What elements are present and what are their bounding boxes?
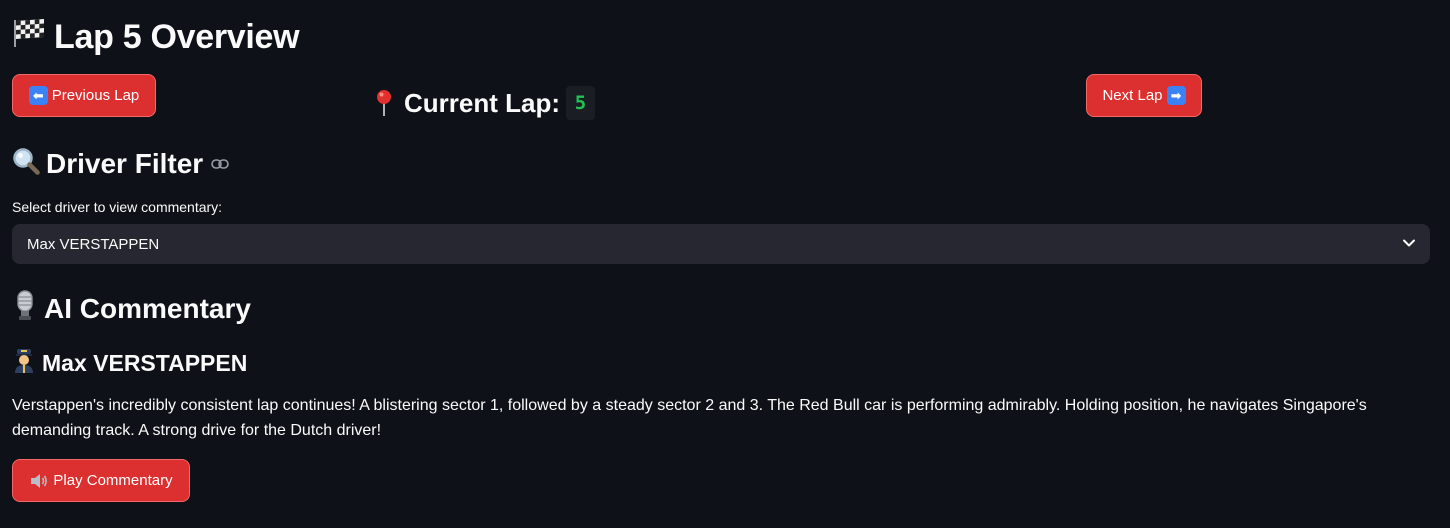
previous-lap-label: Previous Lap: [51, 87, 140, 104]
magnifier-icon: [12, 147, 40, 182]
play-commentary-button[interactable]: Play Commentary: [12, 459, 190, 502]
ai-commentary-heading: AI Commentary: [12, 289, 251, 329]
driver-filter-heading-text: Driver Filter: [46, 148, 204, 179]
page-title-text: Lap 5 Overview: [54, 17, 300, 56]
current-lap-label: Current Lap:: [404, 87, 560, 118]
app-page: Lap 5 Overview ⬅ Previous Lap Current La…: [0, 0, 1450, 528]
driver-select-value: Max VERSTAPPEN: [27, 235, 160, 253]
commentary-text: Verstappen's incredibly consistent lap c…: [12, 397, 1367, 439]
page-title: Lap 5 Overview: [12, 14, 300, 60]
chequered-flag-icon: [12, 17, 46, 57]
play-commentary-label: Play Commentary: [53, 472, 173, 489]
commentary-driver-heading: Max VERSTAPPEN: [12, 347, 247, 379]
speaker-icon: [29, 472, 49, 490]
next-lap-button[interactable]: Next Lap ➡: [1086, 74, 1202, 117]
driver-select-label: Select driver to view commentary:: [12, 199, 223, 215]
commentary-driver-name: Max VERSTAPPEN: [42, 349, 248, 376]
next-lap-label: Next Lap: [1102, 87, 1163, 104]
current-lap-value: 5: [566, 86, 595, 120]
chevron-down-icon: [1402, 236, 1416, 254]
left-arrow-icon: ⬅: [28, 86, 48, 105]
driver-filter-heading: Driver Filter: [12, 145, 229, 183]
previous-lap-button[interactable]: ⬅ Previous Lap: [12, 74, 156, 117]
microphone-icon: [12, 289, 38, 329]
current-lap-indicator: Current Lap: 5: [374, 84, 595, 122]
ai-commentary-heading-text: AI Commentary: [44, 293, 251, 324]
right-arrow-icon: ➡: [1166, 86, 1186, 105]
driver-select[interactable]: Max VERSTAPPEN: [12, 224, 1430, 264]
pin-icon: [374, 89, 394, 117]
pilot-icon: [12, 346, 36, 380]
link-icon[interactable]: [211, 158, 229, 170]
